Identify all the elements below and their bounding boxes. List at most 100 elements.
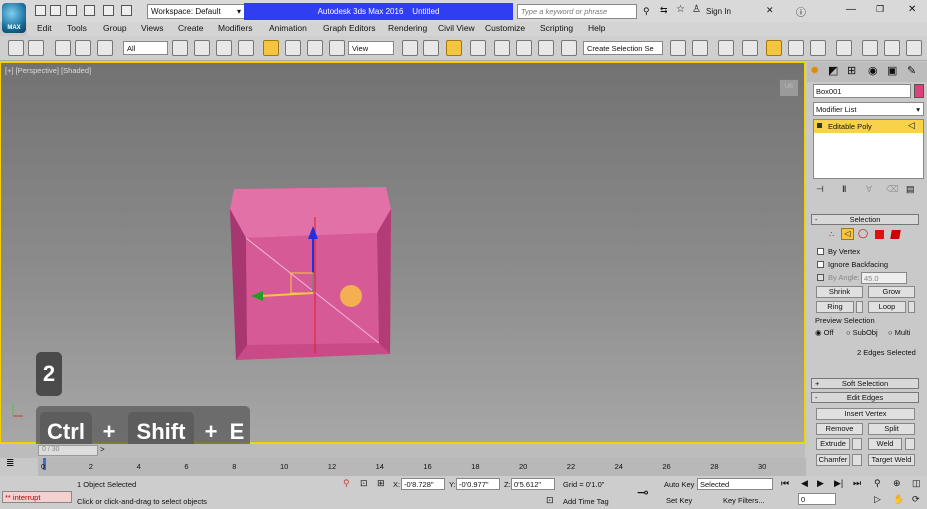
hierarchy-tab-icon[interactable]: ⊞ <box>847 64 856 77</box>
x-coordinate-field[interactable]: -0'8.728" <box>401 478 445 490</box>
selection-filter[interactable]: All <box>123 41 168 55</box>
ref-coord-system[interactable]: View <box>348 41 394 55</box>
chamfer-settings-button[interactable] <box>852 454 862 466</box>
align-button[interactable] <box>692 40 708 56</box>
edit-named-sel-button[interactable] <box>561 40 577 56</box>
percent-snap-button[interactable] <box>516 40 532 56</box>
edge-mode-button[interactable]: ◁ <box>841 228 854 240</box>
ignore-backfacing-checkbox[interactable] <box>817 261 824 268</box>
ring-spinner[interactable] <box>856 301 863 313</box>
set-key-button[interactable]: Set Key <box>666 496 692 505</box>
keyboard-shortcut-override-button[interactable] <box>446 40 462 56</box>
maximize-icon[interactable]: ❐ <box>876 4 884 15</box>
target-weld-button[interactable]: Target Weld <box>868 454 915 466</box>
by-vertex-checkbox[interactable] <box>817 248 824 255</box>
motion-tab-icon[interactable]: ◉ <box>868 64 878 77</box>
undo-icon[interactable] <box>84 5 95 16</box>
y-coordinate-field[interactable]: -0'0.977" <box>456 478 500 490</box>
by-angle-checkbox[interactable] <box>817 274 824 281</box>
search-input[interactable]: Type a keyword or phrase <box>517 4 637 19</box>
spinner-snap-button[interactable] <box>538 40 554 56</box>
edit-edges-rollout-header[interactable]: - Edit Edges <box>811 392 919 403</box>
play-icon[interactable]: ▶ <box>817 478 824 489</box>
window-crossing-button[interactable] <box>238 40 254 56</box>
key-icon[interactable]: ⊸ <box>637 484 649 501</box>
bind-spacewarp-button[interactable] <box>97 40 113 56</box>
menu-animation[interactable]: Animation <box>269 23 307 33</box>
preview-multi-radio[interactable]: ○ Multi <box>888 328 910 337</box>
extrude-settings-button[interactable] <box>852 438 862 450</box>
open-icon[interactable] <box>50 5 61 16</box>
new-icon[interactable] <box>35 5 46 16</box>
manipulate-button[interactable] <box>423 40 439 56</box>
configure-sets-icon[interactable]: ▤ <box>906 184 915 195</box>
render-button[interactable] <box>906 40 922 56</box>
zoom-icon[interactable]: ⚲ <box>874 478 881 489</box>
grow-button[interactable]: Grow <box>868 286 915 298</box>
maxscript-listener[interactable]: ** interrupt <box>2 491 72 503</box>
ring-button[interactable]: Ring <box>816 301 854 313</box>
soft-selection-rollout-header[interactable]: + Soft Selection <box>811 378 919 389</box>
key-set-dropdown[interactable]: Selected <box>697 478 773 490</box>
signin-link[interactable]: Sign In <box>706 7 731 16</box>
named-selection-sets[interactable]: Create Selection Se <box>583 41 663 55</box>
modifier-list-dropdown[interactable]: Modifier List ▾ <box>813 102 924 116</box>
mirror-button[interactable] <box>670 40 686 56</box>
menu-graph-editors[interactable]: Graph Editors <box>323 23 375 33</box>
object-name-field[interactable]: Box001 <box>813 84 911 98</box>
transform-type-in-icon[interactable]: ⊞ <box>377 478 385 489</box>
display-tab-icon[interactable]: ▣ <box>887 64 897 77</box>
menu-help[interactable]: Help <box>588 23 605 33</box>
render-setup-button[interactable] <box>862 40 878 56</box>
remove-modifier-icon[interactable]: ⌫ <box>886 184 899 195</box>
vertex-mode-icon[interactable]: ∴ <box>829 230 834 239</box>
exchange-icon[interactable]: ⇆ <box>660 5 668 16</box>
track-bar[interactable]: 0 2 4 6 8 10 12 14 16 18 20 22 24 26 28 30 <box>38 458 806 476</box>
pin-stack-icon[interactable]: ⊣ <box>816 184 824 195</box>
split-button[interactable]: Split <box>868 423 915 435</box>
pan-icon[interactable]: ✋ <box>893 494 904 505</box>
zoom-all-icon[interactable]: ⊕ <box>893 478 901 489</box>
schematic-view-button[interactable] <box>810 40 826 56</box>
preview-subobj-radio[interactable]: ○ SubObj <box>846 328 878 337</box>
close-small-icon[interactable]: ✕ <box>766 5 774 16</box>
curve-editor-button[interactable] <box>788 40 804 56</box>
user-icon[interactable]: ♙ <box>692 4 701 15</box>
snaps-button[interactable] <box>470 40 486 56</box>
key-filters-button[interactable]: Key Filters... <box>723 496 765 505</box>
menu-group[interactable]: Group <box>103 23 127 33</box>
z-coordinate-field[interactable]: 0'5.612" <box>511 478 555 490</box>
shrink-button[interactable]: Shrink <box>816 286 863 298</box>
material-editor-button[interactable] <box>836 40 852 56</box>
pivot-button[interactable] <box>402 40 418 56</box>
menu-modifiers[interactable]: Modifiers <box>218 23 252 33</box>
layer-explorer-button[interactable] <box>718 40 734 56</box>
scene-explorer-button[interactable] <box>742 40 758 56</box>
menu-edit[interactable]: Edit <box>37 23 52 33</box>
graphite-toggle-button[interactable] <box>766 40 782 56</box>
loop-spinner[interactable] <box>908 301 915 313</box>
insert-vertex-button[interactable]: Insert Vertex <box>816 408 915 420</box>
border-mode-icon[interactable]: ◯ <box>858 228 868 239</box>
zoom-extents-icon[interactable]: ◫ <box>912 478 921 489</box>
time-slider[interactable]: 0 / 30 > <box>0 444 805 458</box>
selection-lock-icon[interactable]: ⊡ <box>360 478 368 489</box>
select-rotate-button[interactable] <box>285 40 301 56</box>
rect-region-button[interactable] <box>216 40 232 56</box>
mini-curve-editor-icon[interactable]: ≣ <box>6 458 14 469</box>
save-icon[interactable] <box>66 5 77 16</box>
element-mode-icon[interactable] <box>890 230 901 239</box>
chamfer-button[interactable]: Chamfer <box>816 454 850 466</box>
show-end-result-icon[interactable]: Ⅱ <box>842 184 846 195</box>
modify-tab-icon[interactable]: ◩ <box>828 64 838 77</box>
preview-off-radio[interactable]: ◉ Off <box>815 328 834 337</box>
current-frame-field[interactable]: 0 <box>798 493 836 505</box>
create-tab-icon[interactable]: ✹ <box>810 64 819 77</box>
menu-rendering[interactable]: Rendering <box>388 23 427 33</box>
select-by-name-button[interactable] <box>194 40 210 56</box>
menu-civil-view[interactable]: Civil View <box>438 23 475 33</box>
place-button[interactable] <box>329 40 345 56</box>
angle-snap-button[interactable] <box>494 40 510 56</box>
make-unique-icon[interactable]: ∀ <box>866 184 872 195</box>
select-scale-button[interactable] <box>307 40 323 56</box>
